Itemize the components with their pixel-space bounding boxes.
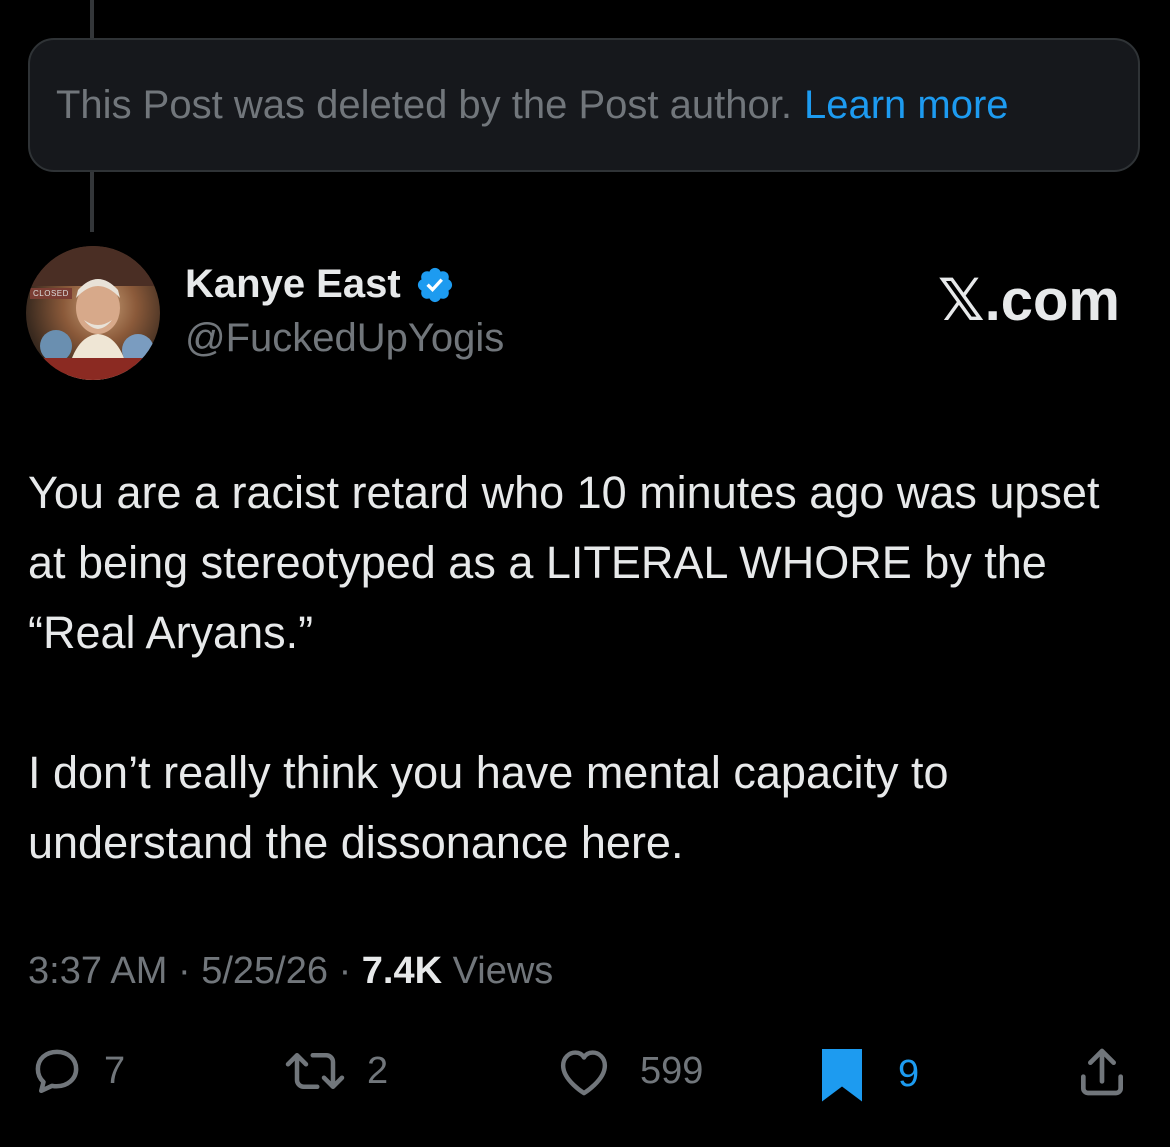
views-label: Views xyxy=(452,950,554,992)
views-count: 7.4K xyxy=(361,950,443,992)
post-paragraph: You are a racist retard who 10 minutes a… xyxy=(28,467,1100,658)
repost-button[interactable]: 2 xyxy=(283,1044,388,1098)
deleted-notice-text: This Post was deleted by the Post author… xyxy=(56,82,792,127)
like-count: 599 xyxy=(640,1049,704,1092)
post-text: You are a racist retard who 10 minutes a… xyxy=(28,458,1138,878)
display-name-text: Kanye East xyxy=(185,262,401,306)
author-display-name[interactable]: Kanye East xyxy=(185,262,455,307)
learn-more-link[interactable]: Learn more xyxy=(804,83,1009,128)
author-handle[interactable]: @FuckedUpYogis xyxy=(185,316,504,361)
reply-button[interactable]: 7 xyxy=(30,1044,125,1098)
reply-icon xyxy=(35,1049,79,1094)
bookmark-button[interactable]: 9 xyxy=(816,1044,919,1104)
post-meta: 3:37 AM · 5/25/26 · 7.4K Views xyxy=(28,950,553,993)
repost-icon xyxy=(285,1053,345,1089)
meta-separator: · xyxy=(177,950,191,992)
post-date[interactable]: 5/25/26 xyxy=(201,950,328,992)
deleted-post-notice: This Post was deleted by the Post author… xyxy=(28,38,1140,172)
verified-badge-icon xyxy=(417,267,452,302)
meta-separator: · xyxy=(338,950,352,992)
avatar[interactable]: CLOSED xyxy=(26,246,160,380)
heart-icon xyxy=(560,1050,608,1096)
like-button[interactable]: 599 xyxy=(554,1044,703,1098)
x-com-watermark: 𝕏.com xyxy=(937,268,1120,333)
share-button[interactable] xyxy=(1074,1044,1130,1100)
bookmark-icon xyxy=(822,1049,862,1102)
share-icon xyxy=(1081,1048,1123,1096)
post-paragraph: I don’t really think you have mental cap… xyxy=(28,747,949,868)
reply-count: 7 xyxy=(104,1049,126,1092)
thread-line-top xyxy=(90,0,94,38)
repost-count: 2 xyxy=(367,1049,389,1092)
bookmark-count: 9 xyxy=(898,1052,920,1095)
thread-line-connector xyxy=(90,172,94,232)
post-time[interactable]: 3:37 AM xyxy=(28,950,167,992)
